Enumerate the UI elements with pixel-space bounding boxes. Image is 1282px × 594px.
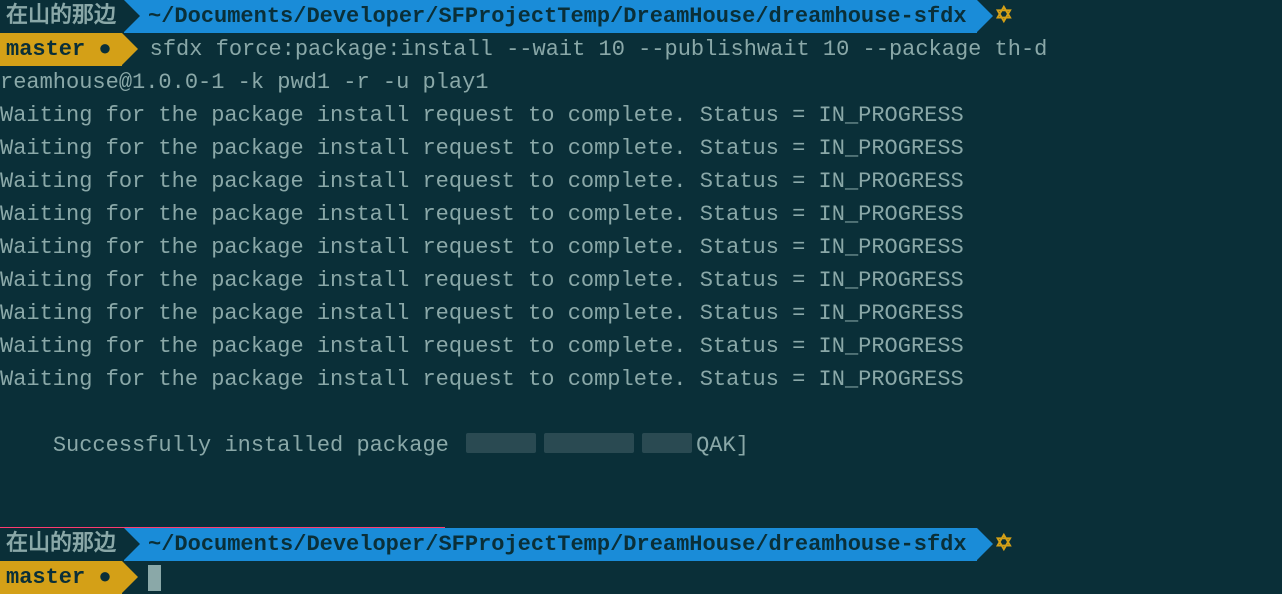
terminal-window[interactable]: 在山的那边 ~/Documents/Developer/SFProjectTem… <box>0 0 1282 510</box>
output-success-line: Successfully installed package QAK] <box>0 396 1282 528</box>
branch-cursor-line: master ● <box>0 561 1282 594</box>
branch-command-line: master ● sfdx force:package:install --wa… <box>0 33 1282 66</box>
path-segment: ~/Documents/Developer/SFProjectTemp/Drea… <box>124 0 977 33</box>
git-branch-segment: master ● <box>0 561 122 594</box>
output-waiting-line: Waiting for the package install request … <box>0 330 1282 363</box>
path-segment: ~/Documents/Developer/SFProjectTemp/Drea… <box>124 528 977 561</box>
command-text-line1: sfdx force:package:install --wait 10 --p… <box>122 33 1048 66</box>
output-waiting-line: Waiting for the package install request … <box>0 99 1282 132</box>
host-segment: 在山的那边 <box>0 0 124 33</box>
output-waiting-line: Waiting for the package install request … <box>0 165 1282 198</box>
output-waiting-line: Waiting for the package install request … <box>0 363 1282 396</box>
output-waiting-line: Waiting for the package install request … <box>0 132 1282 165</box>
output-waiting-line: Waiting for the package install request … <box>0 198 1282 231</box>
output-waiting-line: Waiting for the package install request … <box>0 297 1282 330</box>
success-suffix: QAK] <box>696 433 749 458</box>
output-waiting-block: Waiting for the package install request … <box>0 99 1282 396</box>
output-waiting-line: Waiting for the package install request … <box>0 264 1282 297</box>
cursor[interactable] <box>148 565 161 591</box>
git-branch-segment: master ● <box>0 33 122 66</box>
success-text: Successfully installed package <box>53 433 462 458</box>
redacted-block <box>642 433 692 453</box>
redacted-block <box>544 433 634 453</box>
prompt-line-1: 在山的那边 ~/Documents/Developer/SFProjectTem… <box>0 0 1282 33</box>
command-text-line2: reamhouse@1.0.0-1 -k pwd1 -r -u play1 <box>0 66 1282 99</box>
redacted-block <box>466 433 536 453</box>
host-segment: 在山的那边 <box>0 528 124 561</box>
output-waiting-line: Waiting for the package install request … <box>0 231 1282 264</box>
prompt-line-2: 在山的那边 ~/Documents/Developer/SFProjectTem… <box>0 528 1282 561</box>
